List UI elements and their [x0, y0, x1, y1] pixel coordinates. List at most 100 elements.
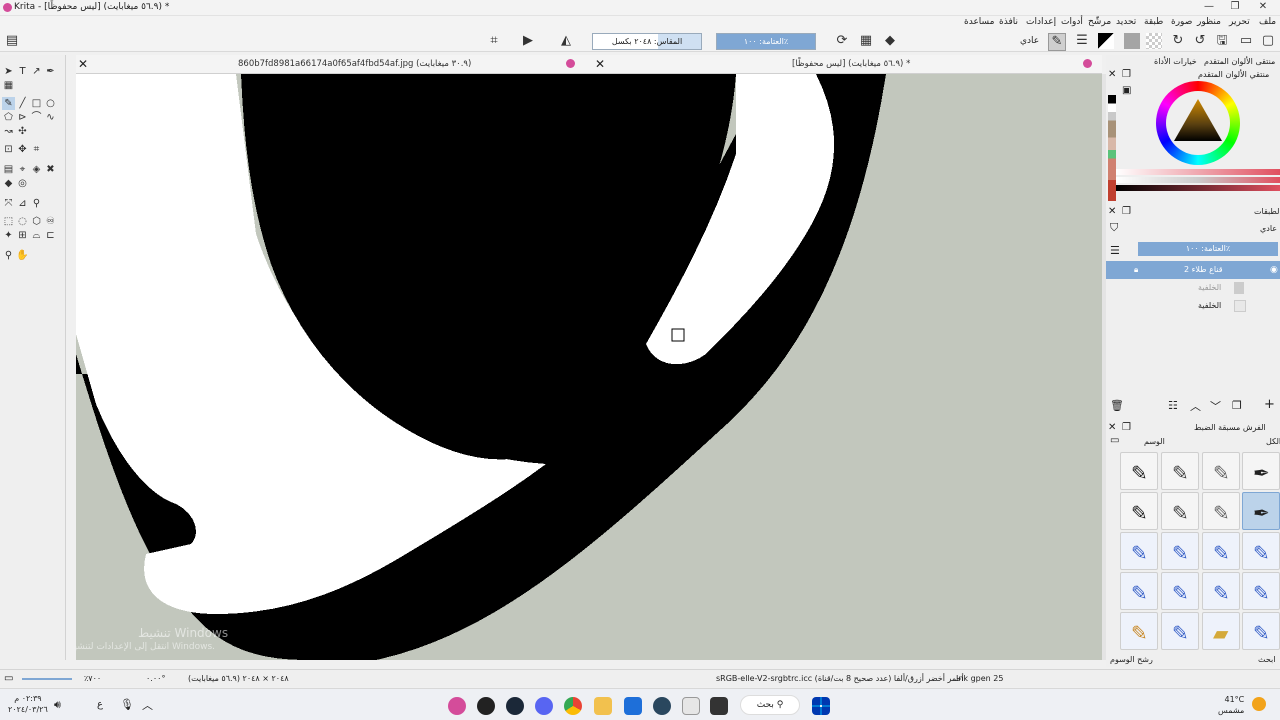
size-slider[interactable]: المقاس: ٢٠٤٨ بكسل — [592, 33, 702, 50]
menu-tools[interactable]: أدوات — [1061, 17, 1083, 27]
close-layers-panel-icon[interactable]: ✕ — [1108, 206, 1116, 217]
close-window-button[interactable]: ✕ — [1250, 1, 1276, 15]
ellipse-select-tool-icon[interactable]: ◌ — [16, 215, 29, 228]
reload-icon[interactable]: ⟳ — [834, 33, 850, 49]
clock[interactable]: ٠٢:٣٩ م ٢٠٢٤/٠٣/٢٦ — [8, 693, 48, 715]
layer-visibility-icon[interactable]: ◉ — [1270, 261, 1278, 279]
status-screen-icon[interactable]: ▭ — [4, 673, 13, 684]
brush-preset-ink-gpen-selected[interactable]: ✒ — [1242, 492, 1280, 530]
calligraphy-tool-icon[interactable]: ✒ — [44, 65, 57, 78]
undo-icon[interactable]: ↺ — [1192, 33, 1208, 49]
drawing-canvas[interactable]: تنشيط Windows انتقل إلى الإعدادات لتنشيط… — [76, 74, 1102, 660]
assistant-tool-2-icon[interactable]: ⤧ — [2, 197, 15, 210]
close-color-panel-icon[interactable]: ✕ — [1108, 69, 1116, 80]
move-layer-down-icon[interactable]: ﹀ — [1210, 398, 1221, 414]
brush-preset-3[interactable]: ✎ — [1202, 452, 1240, 490]
menu-select[interactable]: تحديد — [1116, 17, 1136, 27]
assistant-tool-icon[interactable]: ▦ — [2, 79, 15, 92]
layer-row-paint-mask[interactable]: قناع طلاء 2 ◉ 🔒︎ — [1106, 261, 1280, 279]
brush-preset-12[interactable]: ✎ — [1242, 532, 1280, 570]
layer-row-background-hidden[interactable]: الخلفية — [1106, 279, 1280, 297]
line-tool-icon[interactable]: ╱ — [16, 97, 29, 110]
menu-filter[interactable]: مرشّح — [1088, 17, 1111, 27]
rectangle-tool-icon[interactable]: □ — [30, 97, 43, 110]
brush-preset-6[interactable]: ✎ — [1161, 492, 1199, 530]
float-layers-panel-icon[interactable]: ❐ — [1122, 206, 1131, 217]
zoom-tool-icon[interactable]: ⚲ — [2, 249, 15, 262]
rect-select-tool-icon[interactable]: ⬚ — [2, 215, 15, 228]
freehand-brush-tool-icon[interactable]: ✎ — [2, 97, 15, 110]
tray-overflow-icon[interactable]: ︿ — [142, 697, 153, 713]
freehand-path-tool-icon[interactable]: ∿ — [44, 111, 57, 124]
color-slider-2[interactable] — [1116, 177, 1280, 183]
select-shapes-tool-icon[interactable]: ➤ — [2, 65, 15, 78]
brush-preset-13[interactable]: ✎ — [1120, 572, 1158, 610]
panel-toggle-icon[interactable]: ▤ — [4, 33, 20, 49]
menu-settings[interactable]: إعدادات — [1026, 17, 1056, 27]
krita-taskbar-icon[interactable] — [448, 697, 466, 715]
edit-shapes-tool-icon[interactable]: ↗ — [30, 65, 43, 78]
layers-menu-icon[interactable]: ☰ — [1110, 244, 1120, 257]
brushes-search-label[interactable]: ابحث — [1258, 655, 1275, 664]
start-button-icon[interactable] — [812, 697, 830, 715]
brush-preset-20[interactable]: ✎ — [1242, 612, 1280, 650]
app-taskbar-icon-2[interactable] — [477, 697, 495, 715]
dynamic-brush-tool-icon[interactable]: ↝ — [2, 125, 15, 138]
mirror-icon[interactable]: ◭ — [558, 33, 574, 49]
contiguous-select-tool-icon[interactable]: ✦ — [2, 229, 15, 242]
volume-icon[interactable]: 🔊︎ — [54, 698, 61, 712]
delete-layer-icon[interactable]: 🗑︎ — [1110, 399, 1124, 412]
magnetic-select-tool-icon[interactable]: ⊏ — [44, 229, 57, 242]
menu-help[interactable]: مساعدة — [964, 17, 994, 27]
opacity-slider[interactable]: العتامة: ١٠٠٪ — [716, 33, 816, 50]
similar-select-tool-icon[interactable]: ⊞ — [16, 229, 29, 242]
enclose-fill-tool-icon[interactable]: ◎ — [16, 177, 29, 190]
redo-icon[interactable]: ↻ — [1170, 33, 1186, 49]
menu-file[interactable]: ملف — [1259, 17, 1276, 27]
measure-tool-icon[interactable]: ⊿ — [16, 197, 29, 210]
color-swatches-strip[interactable] — [1108, 95, 1116, 201]
color-slider-3[interactable] — [1116, 185, 1280, 191]
tab-current-document[interactable]: [ليس محفوظًا] (٥٦.٩ ميغابايت) * — [792, 55, 910, 73]
pattern-icon[interactable] — [1146, 33, 1162, 49]
alpha-lock-icon[interactable]: ▦ — [858, 33, 874, 49]
brush-preset-1[interactable]: ✎ — [1120, 452, 1158, 490]
brush-preset-11[interactable]: ✎ — [1202, 532, 1240, 570]
reference-tool-icon[interactable]: ⚲ — [30, 197, 43, 210]
weather-widget[interactable]: 41°C مشمس — [1218, 694, 1244, 716]
brush-preset-9[interactable]: ✎ — [1120, 532, 1158, 570]
zoom-level[interactable]: ٪٧٠٠ — [84, 674, 101, 683]
bezier-tool-icon[interactable]: ⌒ — [30, 111, 43, 124]
menu-view[interactable]: منظور — [1197, 17, 1221, 27]
multibrush-tool-icon[interactable]: ✣ — [16, 125, 29, 138]
eraser-icon[interactable]: ◆ — [882, 33, 898, 49]
close-brushes-panel-icon[interactable]: ✕ — [1108, 422, 1116, 433]
move-tool-icon[interactable]: ✥ — [16, 143, 29, 156]
fg-bg-color-icon[interactable] — [1098, 33, 1114, 49]
brushes-view-icon[interactable]: ▭ — [1110, 435, 1119, 446]
menu-image[interactable]: صورة — [1171, 17, 1192, 27]
close-tab-2-icon[interactable]: ✕ — [595, 57, 605, 71]
close-tab-1-icon[interactable]: ✕ — [78, 57, 88, 71]
layer-filter-icon[interactable]: ⛉ — [1110, 221, 1118, 235]
layers-blend-mode-select[interactable]: عادي — [1260, 224, 1277, 233]
save-icon[interactable]: 🖫 — [1214, 33, 1230, 49]
minimize-button[interactable]: — — [1196, 1, 1222, 15]
float-color-panel-icon[interactable]: ❐ — [1122, 69, 1131, 80]
brush-preset-18[interactable]: ✎ — [1161, 612, 1199, 650]
color-mask-tool-icon[interactable]: ◈ — [30, 163, 43, 176]
polygon-tool-icon[interactable]: ⬠ — [2, 111, 15, 124]
microphone-icon[interactable]: 🎙︎ — [120, 698, 134, 711]
menu-layer[interactable]: طبقة — [1144, 17, 1163, 27]
search-box[interactable]: بحث ⚲ — [740, 695, 800, 715]
discord-taskbar-icon[interactable] — [535, 697, 553, 715]
smart-patch-tool-icon[interactable]: ✖ — [44, 163, 57, 176]
brushes-filter-all[interactable]: الكل — [1266, 437, 1280, 446]
steam-2-taskbar-icon[interactable] — [653, 697, 671, 715]
steam-taskbar-icon[interactable] — [506, 697, 524, 715]
brush-preset-16[interactable]: ✎ — [1242, 572, 1280, 610]
float-brushes-panel-icon[interactable]: ❐ — [1122, 422, 1131, 433]
rotation-value[interactable]: ٠.٠٠° — [146, 674, 165, 683]
layer-row-background[interactable]: الخلفية — [1106, 297, 1280, 315]
pan-tool-icon[interactable]: ✋ — [16, 249, 29, 262]
